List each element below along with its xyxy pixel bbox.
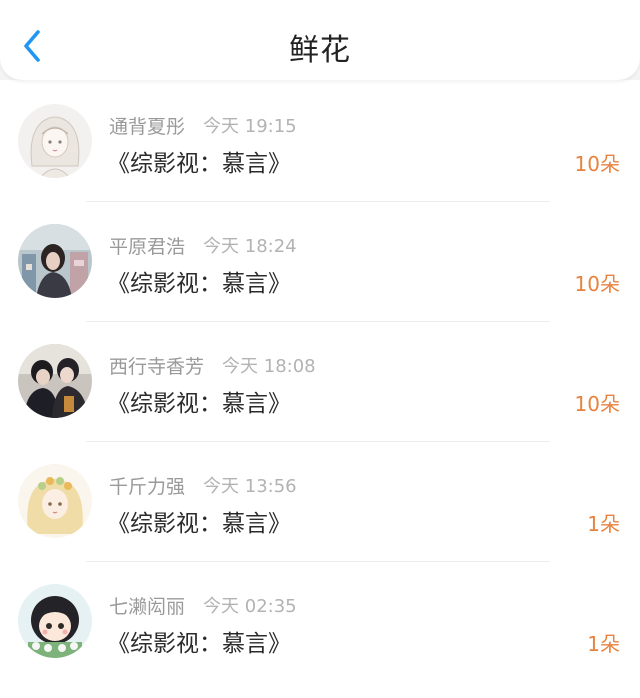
book-title: 《综影视：慕言》 — [107, 631, 291, 657]
cartoon-child-avatar — [18, 584, 92, 658]
user-name[interactable]: 七濑闳丽 — [109, 592, 185, 619]
flower-crown-girl-avatar — [18, 464, 92, 538]
anime-girl-sketch-avatar — [18, 104, 92, 178]
book-title: 《综影视：慕言》 — [107, 511, 291, 537]
book-title: 《综影视：慕言》 — [107, 271, 291, 297]
timestamp: 今天 02:35 — [203, 596, 297, 617]
avatar[interactable] — [18, 104, 92, 178]
book-title: 《综影视：慕言》 — [107, 151, 291, 177]
timestamp: 今天 18:24 — [203, 236, 297, 257]
flower-count: 1朵 — [587, 631, 620, 656]
list-item[interactable]: 通背夏彤 今天 19:15 《综影视：慕言》 10朵 — [0, 80, 640, 200]
list-item[interactable]: 七濑闳丽 今天 02:35 《综影视：慕言》 1朵 — [0, 560, 640, 680]
book-title: 《综影视：慕言》 — [107, 391, 291, 417]
timestamp: 今天 13:56 — [203, 476, 297, 497]
flower-list: 通背夏彤 今天 19:15 《综影视：慕言》 10朵 平原君浩 今天 18:24 — [0, 80, 640, 698]
user-name[interactable]: 平原君浩 — [109, 232, 185, 259]
flower-count: 10朵 — [574, 151, 620, 176]
timestamp: 今天 18:08 — [222, 356, 316, 377]
girl-store-photo-avatar — [18, 224, 92, 298]
avatar[interactable] — [18, 344, 92, 418]
list-item[interactable]: 千斤力强 今天 13:56 《综影视：慕言》 1朵 — [0, 440, 640, 560]
header-bar: 鲜花 — [0, 0, 640, 80]
flower-count: 10朵 — [574, 271, 620, 296]
two-boys-photo-avatar — [18, 344, 92, 418]
user-name[interactable]: 西行寺香芳 — [109, 352, 204, 379]
user-name[interactable]: 通背夏彤 — [109, 112, 185, 139]
list-item[interactable]: 平原君浩 今天 18:24 《综影视：慕言》 10朵 — [0, 200, 640, 320]
page-title: 鲜花 — [289, 33, 351, 68]
flower-count: 10朵 — [574, 391, 620, 416]
avatar[interactable] — [18, 584, 92, 658]
avatar[interactable] — [18, 464, 92, 538]
flower-count: 1朵 — [587, 511, 620, 536]
avatar[interactable] — [18, 224, 92, 298]
timestamp: 今天 19:15 — [203, 116, 297, 137]
user-name[interactable]: 千斤力强 — [109, 472, 185, 499]
list-item[interactable]: 西行寺香芳 今天 18:08 《综影视：慕言》 10朵 — [0, 320, 640, 440]
